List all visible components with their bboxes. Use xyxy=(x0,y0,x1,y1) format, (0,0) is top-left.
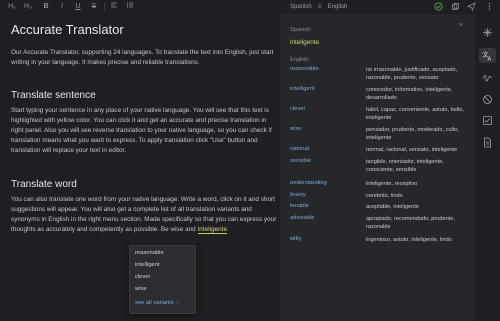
translation-word[interactable]: rational xyxy=(290,146,309,152)
translation-word[interactable]: advisable xyxy=(290,215,315,221)
toolbar-divider xyxy=(104,3,105,11)
italic-button[interactable]: I xyxy=(56,1,68,13)
translation-synonyms: cerebrito, lindo xyxy=(366,193,403,199)
target-language-label: English: xyxy=(290,57,310,63)
heading-translate-word[interactable]: Translate word xyxy=(11,179,77,190)
suggestions-dropdown: reasonable intelligent clever wise see a… xyxy=(129,245,196,314)
chevron-right-icon: › xyxy=(176,300,179,306)
suggestion-item[interactable]: wise xyxy=(135,284,193,294)
see-all-variants-link[interactable]: see all variants › xyxy=(135,298,193,308)
suggestion-item[interactable]: clever xyxy=(135,272,193,282)
strikethrough-button[interactable]: S xyxy=(88,1,100,13)
highlighted-word[interactable]: Inteligente xyxy=(197,226,228,234)
translation-word[interactable]: brainy xyxy=(290,192,306,198)
send-icon[interactable] xyxy=(467,2,477,12)
source-language[interactable]: Spanish xyxy=(290,1,312,13)
close-icon[interactable]: × xyxy=(459,22,463,29)
suggestion-item[interactable]: reasonable xyxy=(135,248,193,258)
sentence-paragraph[interactable]: Start typing your sentence in any place … xyxy=(11,106,277,156)
word-paragraph-text: You can also translate one word from you… xyxy=(11,196,277,233)
checklist-icon[interactable] xyxy=(482,115,493,126)
translation-synonyms: no irrazonable, justificado, aceptado, r… xyxy=(366,67,458,82)
translation-synonyms: pensador, prudente, moderado, culto, int… xyxy=(366,127,459,142)
more-options-icon[interactable] xyxy=(485,2,495,12)
language-separator: & xyxy=(317,4,322,10)
word-paragraph[interactable]: You can also translate one word from you… xyxy=(11,195,277,235)
align-icon[interactable] xyxy=(108,1,120,13)
target-language[interactable]: English xyxy=(328,1,348,13)
bold-button[interactable]: B xyxy=(40,1,52,13)
intro-paragraph[interactable]: Our Accurate Translator, supporting 24 l… xyxy=(11,48,277,68)
document-title[interactable]: Accurate Translator xyxy=(11,22,124,37)
signature-icon[interactable] xyxy=(482,72,493,83)
translation-synonyms: inteligente, receptivo xyxy=(366,181,418,187)
translation-synonyms: conocedor, informativo, inteligente, des… xyxy=(366,87,453,102)
language-switch[interactable]: Spanish & English xyxy=(290,1,347,13)
svg-text:A: A xyxy=(488,57,492,62)
translation-word[interactable]: understanding xyxy=(290,180,327,186)
translation-synonyms: ingenioso, astuto, inteligente, lindo xyxy=(366,237,452,243)
right-sidebar: 文A xyxy=(475,14,500,321)
translation-word[interactable]: witty xyxy=(290,236,302,242)
translation-word[interactable]: clever xyxy=(290,106,305,112)
translation-word[interactable]: tenable xyxy=(290,203,309,209)
translation-word[interactable]: wise xyxy=(290,126,302,132)
check-status-icon[interactable] xyxy=(434,2,444,12)
document-icon[interactable] xyxy=(482,137,493,148)
translation-synonyms: tangible, orientador, inteligente, consc… xyxy=(366,159,444,174)
list-icon[interactable] xyxy=(124,1,136,13)
translation-synonyms: normal, racional, sensato, inteligente xyxy=(366,147,458,153)
translate-icon[interactable]: 文A xyxy=(479,48,496,63)
heading2-button[interactable]: H₂ xyxy=(6,1,18,13)
see-all-variants-label: see all variants xyxy=(135,300,174,306)
editor[interactable]: Accurate Translator Our Accurate Transla… xyxy=(0,14,280,321)
source-language-label: Spanish: xyxy=(290,27,312,33)
heading-translate-sentence[interactable]: Translate sentence xyxy=(11,90,96,101)
copy-icon[interactable] xyxy=(451,2,461,12)
underline-button[interactable]: U xyxy=(72,1,84,13)
source-word: inteligente xyxy=(290,39,320,46)
toolbar: H₂ H₃ B I U S Spanish & English xyxy=(0,0,500,14)
translation-synonyms: aceptable, inteligente xyxy=(366,204,419,210)
suggestion-item[interactable]: intelligent xyxy=(135,260,193,270)
translation-synonyms: apropiado, recomendado, prudente, razona… xyxy=(366,216,455,231)
translation-word[interactable]: reasonable xyxy=(290,66,319,72)
translation-word[interactable]: sensible xyxy=(290,158,311,164)
translation-word[interactable]: intelligent xyxy=(290,86,315,92)
no-format-icon[interactable] xyxy=(482,94,493,105)
sparkle-icon[interactable] xyxy=(482,27,493,38)
translation-synonyms: hábil, capaz, conveniente, astuto, bello… xyxy=(366,107,464,122)
heading3-button[interactable]: H₃ xyxy=(22,1,34,13)
